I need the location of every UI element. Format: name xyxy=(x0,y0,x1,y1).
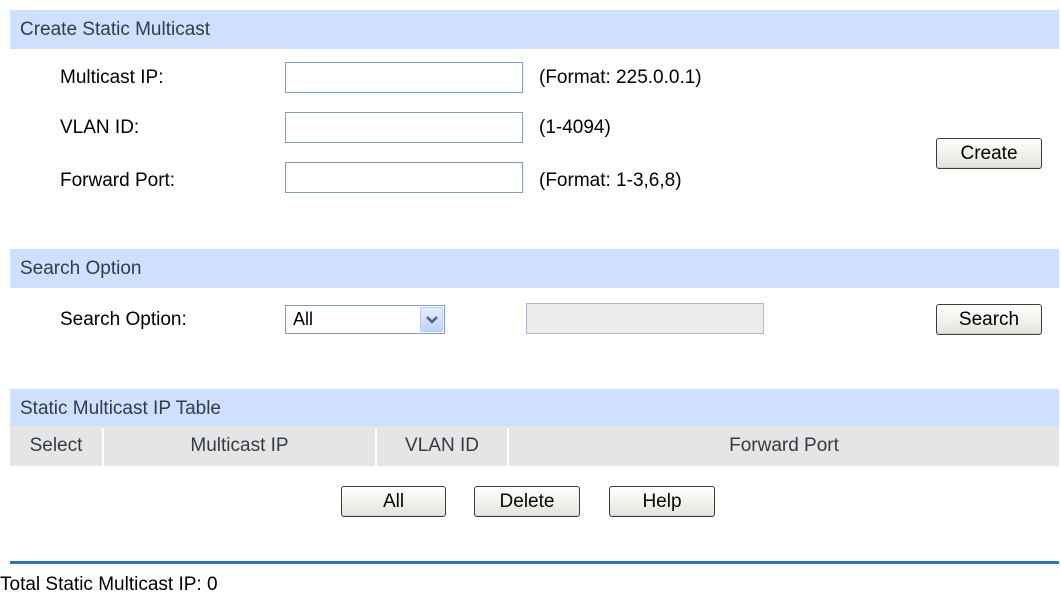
footer-divider xyxy=(10,561,1059,564)
help-button[interactable]: Help xyxy=(609,486,715,517)
delete-button[interactable]: Delete xyxy=(474,486,580,517)
multicast-ip-input[interactable] xyxy=(285,62,523,93)
chevron-down-icon[interactable] xyxy=(420,307,443,332)
create-static-multicast-header: Create Static Multicast xyxy=(10,10,1059,49)
column-header-multicast-ip: Multicast IP xyxy=(104,426,375,466)
multicast-ip-label: Multicast IP: xyxy=(60,67,164,88)
search-option-selected-value: All xyxy=(293,309,314,329)
search-value-input[interactable] xyxy=(526,303,764,334)
select-all-button[interactable]: All xyxy=(341,486,446,517)
search-option-select[interactable]: All xyxy=(285,305,445,334)
column-header-select: Select xyxy=(10,426,102,466)
vlan-id-input[interactable] xyxy=(285,112,523,143)
column-header-forward-port: Forward Port xyxy=(509,426,1059,466)
forward-port-hint: (Format: 1-3,6,8) xyxy=(539,170,682,191)
create-button[interactable]: Create xyxy=(936,138,1042,169)
forward-port-label: Forward Port: xyxy=(60,170,176,191)
column-header-vlan-id: VLAN ID xyxy=(377,426,507,466)
vlan-id-hint: (1-4094) xyxy=(539,117,611,138)
static-multicast-ip-table-header: Static Multicast IP Table xyxy=(10,389,1059,428)
search-option-label: Search Option: xyxy=(60,309,187,330)
search-option-header: Search Option xyxy=(10,249,1059,288)
vlan-id-label: VLAN ID: xyxy=(60,117,140,138)
forward-port-input[interactable] xyxy=(285,162,523,193)
multicast-ip-hint: (Format: 225.0.0.1) xyxy=(539,67,702,88)
total-static-multicast-count: Total Static Multicast IP: 0 xyxy=(0,574,218,595)
search-button[interactable]: Search xyxy=(936,304,1042,335)
